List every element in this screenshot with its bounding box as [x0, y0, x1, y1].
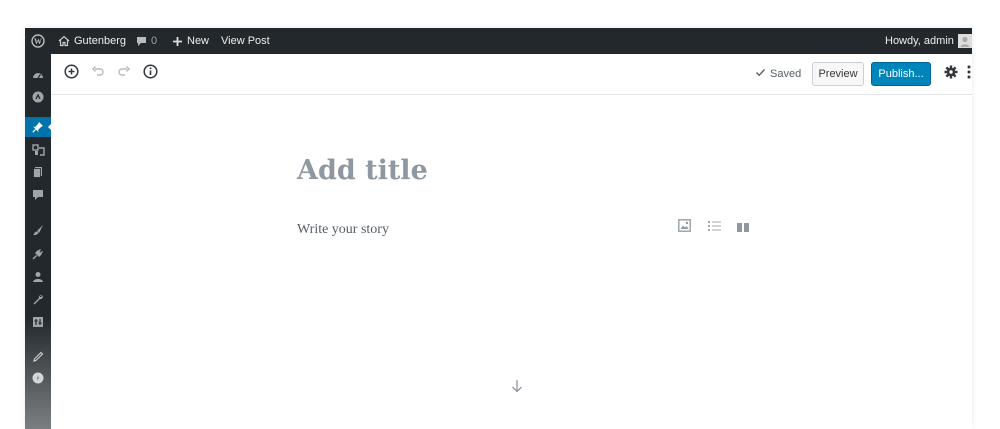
settings-button[interactable]: [943, 54, 959, 94]
avatar: [957, 34, 972, 48]
saved-status: Saved: [755, 54, 801, 94]
insert-columns-button[interactable]: [732, 217, 754, 239]
edit-pencil-icon[interactable]: [25, 347, 51, 367]
dashboard-icon[interactable]: [25, 66, 51, 86]
info-button[interactable]: [140, 54, 160, 94]
add-block-button[interactable]: [61, 54, 81, 94]
publish-button[interactable]: Publish...: [871, 62, 931, 86]
undo-button[interactable]: [88, 54, 108, 94]
paragraph-block-input[interactable]: Write your story: [297, 222, 389, 238]
redo-icon: [117, 65, 131, 84]
gear-icon: [944, 65, 958, 84]
admin-sidebar: [25, 54, 52, 429]
post-title-input[interactable]: Add title: [297, 155, 428, 186]
undo-icon: [91, 65, 105, 84]
more-options-button[interactable]: [963, 54, 972, 94]
svg-text:W: W: [34, 37, 42, 46]
comments-menu-icon[interactable]: [25, 185, 51, 205]
browser-window: W Gutenberg 0 New View Post Howdy, admin: [25, 28, 972, 429]
site-name-label: Gutenberg: [74, 35, 126, 47]
gutenberg-icon[interactable]: [25, 87, 51, 107]
columns-icon: [737, 219, 749, 237]
image-icon: [677, 219, 691, 237]
collapse-menu-icon[interactable]: [25, 368, 51, 388]
comments-count: 0: [151, 35, 158, 47]
new-content-link[interactable]: New: [172, 28, 209, 54]
media-icon[interactable]: [25, 140, 51, 160]
list-icon: [707, 219, 721, 237]
view-post-label: View Post: [221, 35, 270, 47]
comment-icon: [136, 36, 147, 47]
posts-icon[interactable]: [25, 117, 52, 137]
admin-bar: W Gutenberg 0 New View Post Howdy, admin: [25, 28, 972, 54]
home-icon: [58, 35, 70, 47]
wordpress-logo-icon[interactable]: W: [31, 28, 45, 54]
howdy-label: Howdy, admin: [885, 35, 954, 47]
comments-link[interactable]: 0: [136, 28, 157, 54]
site-name-link[interactable]: Gutenberg: [58, 28, 126, 54]
insert-list-button[interactable]: [703, 217, 725, 239]
pages-icon[interactable]: [25, 162, 51, 182]
preview-button[interactable]: Preview: [812, 62, 864, 86]
tools-icon[interactable]: [25, 290, 51, 310]
account-menu[interactable]: Howdy, admin: [885, 28, 972, 54]
saved-label: Saved: [770, 68, 802, 80]
redo-button[interactable]: [114, 54, 134, 94]
plus-circle-icon: [63, 64, 79, 84]
plugins-icon[interactable]: [25, 244, 51, 264]
editor-canvas: Add title Write your story: [51, 95, 972, 429]
more-vertical-icon: [967, 65, 971, 84]
settings-menu-icon[interactable]: [25, 312, 51, 332]
new-label: New: [187, 35, 210, 47]
checkmark-icon: [755, 67, 766, 81]
view-post-link[interactable]: View Post: [221, 28, 270, 54]
appearance-icon[interactable]: [25, 220, 51, 240]
info-icon: [142, 64, 158, 84]
users-icon[interactable]: [25, 267, 51, 287]
insert-image-button[interactable]: [673, 217, 695, 239]
plus-icon: [172, 36, 183, 47]
arrow-down-icon: [511, 379, 523, 398]
editor-toolbar: Saved Preview Publish...: [51, 54, 972, 95]
